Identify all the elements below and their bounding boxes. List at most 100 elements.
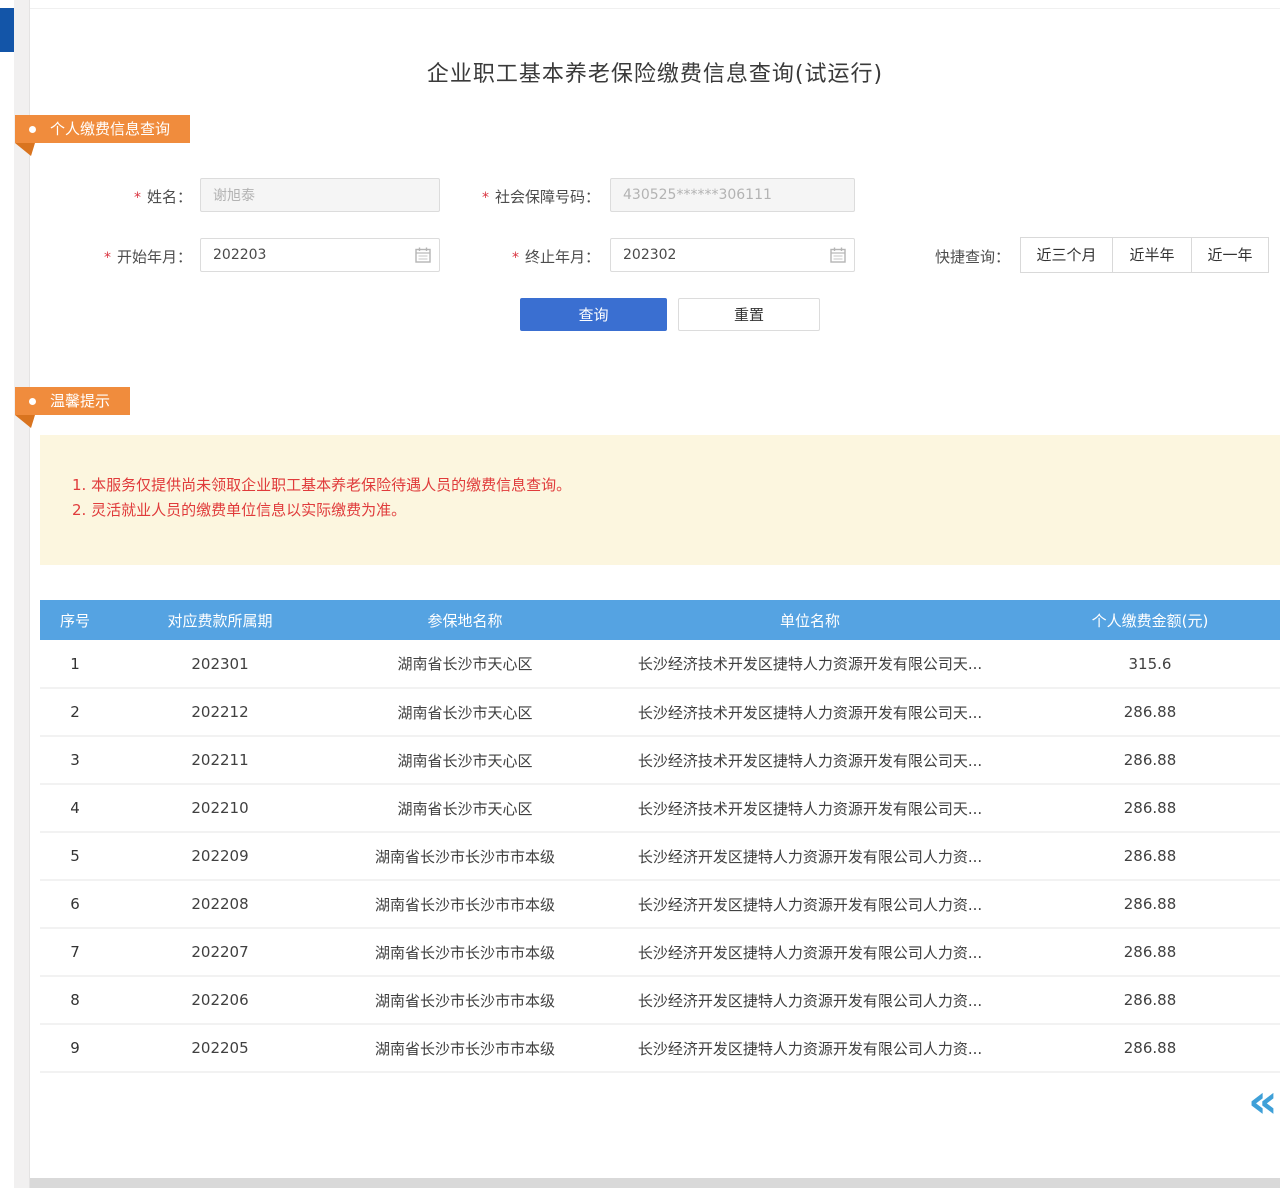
quick-last-3-months-button[interactable]: 近三个月	[1020, 237, 1113, 273]
table-cell: 315.6	[1020, 640, 1280, 688]
bottom-edge-strip	[30, 1178, 1280, 1188]
bullet-icon	[29, 398, 36, 405]
table-cell: 202211	[110, 736, 330, 784]
col-header-period: 对应费款所属期	[110, 600, 330, 640]
table-cell: 湖南省长沙市长沙市市本级	[330, 928, 600, 976]
table-row: 5202209湖南省长沙市长沙市市本级长沙经济开发区捷特人力资源开发有限公司人力…	[40, 832, 1280, 880]
section-header-personal-query: 个人缴费信息查询	[15, 115, 190, 143]
table-cell: 286.88	[1020, 688, 1280, 736]
page: 企业职工基本养老保险缴费信息查询(试运行) 个人缴费信息查询 *姓名： *社会保…	[0, 0, 1280, 1188]
table-cell: 9	[40, 1024, 110, 1072]
required-asterisk: *	[482, 190, 489, 206]
table-cell: 202205	[110, 1024, 330, 1072]
table-cell: 286.88	[1020, 928, 1280, 976]
notice-line: 1. 本服务仅提供尚未领取企业职工基本养老保险待遇人员的缴费信息查询。	[72, 473, 1250, 498]
end-month-input[interactable]	[610, 238, 855, 272]
quick-query-group: 近三个月 近半年 近一年	[1020, 237, 1269, 273]
start-month-input[interactable]	[200, 238, 440, 272]
table-row: 9202205湖南省长沙市长沙市市本级长沙经济开发区捷特人力资源开发有限公司人力…	[40, 1024, 1280, 1072]
table-row: 8202206湖南省长沙市长沙市市本级长沙经济开发区捷特人力资源开发有限公司人力…	[40, 976, 1280, 1024]
required-asterisk: *	[134, 190, 141, 206]
table-cell: 2	[40, 688, 110, 736]
table-row: 1202301湖南省长沙市天心区长沙经济技术开发区捷特人力资源开发有限公司天..…	[40, 640, 1280, 688]
table-body: 1202301湖南省长沙市天心区长沙经济技术开发区捷特人力资源开发有限公司天..…	[40, 640, 1280, 1072]
table-cell: 286.88	[1020, 832, 1280, 880]
required-asterisk: *	[512, 250, 519, 266]
table-cell: 长沙经济开发区捷特人力资源开发有限公司人力资...	[600, 928, 1020, 976]
table-cell: 湖南省长沙市天心区	[330, 784, 600, 832]
ssn-field-wrap	[610, 178, 855, 212]
table-cell: 湖南省长沙市天心区	[330, 736, 600, 784]
col-header-index: 序号	[40, 600, 110, 640]
collapsed-sidebar	[14, 0, 30, 1188]
table-cell: 长沙经济技术开发区捷特人力资源开发有限公司天...	[600, 784, 1020, 832]
col-header-amount: 个人缴费金额(元)	[1020, 600, 1280, 640]
page-title: 企业职工基本养老保险缴费信息查询(试运行)	[30, 56, 1280, 88]
table-cell: 长沙经济开发区捷特人力资源开发有限公司人力资...	[600, 880, 1020, 928]
ssn-input[interactable]	[610, 178, 855, 212]
end-month-label: *终止年月：	[430, 246, 600, 267]
table-cell: 1	[40, 640, 110, 688]
table-cell: 8	[40, 976, 110, 1024]
name-input[interactable]	[200, 178, 440, 212]
notice-line: 2. 灵活就业人员的缴费单位信息以实际缴费为准。	[72, 498, 1250, 523]
table-cell: 286.88	[1020, 880, 1280, 928]
table-cell: 长沙经济开发区捷特人力资源开发有限公司人力资...	[600, 976, 1020, 1024]
table-cell: 6	[40, 880, 110, 928]
table-cell: 长沙经济技术开发区捷特人力资源开发有限公司天...	[600, 688, 1020, 736]
collapse-chevron-icon[interactable]: «	[1248, 1078, 1274, 1124]
table-cell: 湖南省长沙市长沙市市本级	[330, 1024, 600, 1072]
table-cell: 湖南省长沙市长沙市市本级	[330, 880, 600, 928]
query-button[interactable]: 查询	[520, 298, 667, 331]
quick-last-half-year-button[interactable]: 近半年	[1112, 237, 1192, 273]
section-header-label: 个人缴费信息查询	[50, 115, 170, 143]
table-cell: 长沙经济开发区捷特人力资源开发有限公司人力资...	[600, 1024, 1020, 1072]
table-cell: 长沙经济技术开发区捷特人力资源开发有限公司天...	[600, 640, 1020, 688]
start-month-field-wrap	[200, 238, 440, 272]
quick-query-label: 快捷查询：	[900, 246, 1010, 267]
table-row: 7202207湖南省长沙市长沙市市本级长沙经济开发区捷特人力资源开发有限公司人力…	[40, 928, 1280, 976]
table-cell: 286.88	[1020, 976, 1280, 1024]
table-cell: 3	[40, 736, 110, 784]
table-row: 3202211湖南省长沙市天心区长沙经济技术开发区捷特人力资源开发有限公司天..…	[40, 736, 1280, 784]
table-cell: 202206	[110, 976, 330, 1024]
table-row: 6202208湖南省长沙市长沙市市本级长沙经济开发区捷特人力资源开发有限公司人力…	[40, 880, 1280, 928]
table-cell: 202212	[110, 688, 330, 736]
name-field-wrap	[200, 178, 440, 212]
notice-box: 1. 本服务仅提供尚未领取企业职工基本养老保险待遇人员的缴费信息查询。 2. 灵…	[40, 435, 1280, 565]
reset-button[interactable]: 重置	[678, 298, 820, 331]
table-cell: 7	[40, 928, 110, 976]
section-header-tips: 温馨提示	[15, 387, 130, 415]
table-cell: 202301	[110, 640, 330, 688]
ssn-label: *社会保障号码：	[430, 186, 600, 207]
table-header-row: 序号 对应费款所属期 参保地名称 单位名称 个人缴费金额(元)	[40, 600, 1280, 640]
payment-table: 序号 对应费款所属期 参保地名称 单位名称 个人缴费金额(元) 1202301湖…	[40, 600, 1280, 1073]
table-cell: 长沙经济开发区捷特人力资源开发有限公司人力资...	[600, 832, 1020, 880]
table-cell: 湖南省长沙市长沙市市本级	[330, 832, 600, 880]
section-header-label: 温馨提示	[50, 387, 110, 415]
table-cell: 202209	[110, 832, 330, 880]
table-cell: 286.88	[1020, 1024, 1280, 1072]
end-month-field-wrap	[610, 238, 855, 272]
col-header-insured-place: 参保地名称	[330, 600, 600, 640]
table-row: 4202210湖南省长沙市天心区长沙经济技术开发区捷特人力资源开发有限公司天..…	[40, 784, 1280, 832]
table-cell: 202210	[110, 784, 330, 832]
table-cell: 湖南省长沙市天心区	[330, 688, 600, 736]
table-cell: 湖南省长沙市天心区	[330, 640, 600, 688]
col-header-employer: 单位名称	[600, 600, 1020, 640]
table-cell: 湖南省长沙市长沙市市本级	[330, 976, 600, 1024]
table-cell: 286.88	[1020, 736, 1280, 784]
table-cell: 4	[40, 784, 110, 832]
quick-last-year-button[interactable]: 近一年	[1191, 237, 1269, 273]
table-row: 2202212湖南省长沙市天心区长沙经济技术开发区捷特人力资源开发有限公司天..…	[40, 688, 1280, 736]
bullet-icon	[29, 126, 36, 133]
start-month-label: *开始年月：	[0, 246, 192, 267]
table-cell: 长沙经济技术开发区捷特人力资源开发有限公司天...	[600, 736, 1020, 784]
name-label: *姓名：	[0, 186, 192, 207]
table-cell: 202207	[110, 928, 330, 976]
table-cell: 5	[40, 832, 110, 880]
table-cell: 286.88	[1020, 784, 1280, 832]
sidebar-tab[interactable]	[0, 8, 14, 52]
required-asterisk: *	[104, 250, 111, 266]
table-cell: 202208	[110, 880, 330, 928]
